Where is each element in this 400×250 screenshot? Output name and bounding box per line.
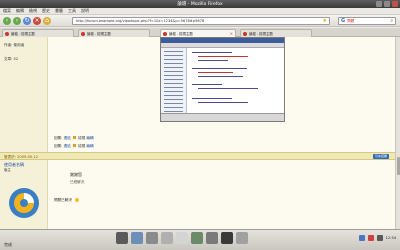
- network-icon[interactable]: [358, 235, 365, 241]
- clock[interactable]: 12:34: [386, 236, 396, 240]
- trash-icon[interactable]: [236, 232, 248, 244]
- settings-icon[interactable]: [206, 232, 218, 244]
- link-row: 回覆: 連結 檢視 編輯: [54, 136, 94, 141]
- close-icon[interactable]: [392, 1, 398, 7]
- search-bar[interactable]: G 問題 ⌕: [338, 17, 396, 25]
- edit-link[interactable]: 編輯: [86, 144, 93, 148]
- favicon-icon: [163, 31, 167, 36]
- tab-bar: 論壇 - 檢視主題 論壇 - 檢視主題 論壇 - 檢視主題 × 論壇 - 檢視主…: [0, 28, 400, 37]
- url-text[interactable]: http://forum.example.org/viewtopic.php?f…: [76, 19, 204, 23]
- minimize-icon[interactable]: [376, 1, 382, 7]
- volume-icon[interactable]: [376, 235, 383, 241]
- back-icon[interactable]: ‹: [3, 16, 11, 25]
- user-rank: 版主: [4, 168, 11, 172]
- reload-icon[interactable]: ↻: [23, 16, 31, 25]
- attachment-icon: [72, 144, 76, 147]
- favicon-icon: [243, 31, 247, 36]
- search-engine-icon[interactable]: G: [341, 18, 345, 24]
- reply-line-3-text: 問題已解決: [54, 198, 72, 202]
- maximize-icon[interactable]: [384, 1, 390, 7]
- terminal-icon[interactable]: [146, 232, 158, 244]
- tab-3-active[interactable]: 論壇 - 檢視主題 ×: [160, 29, 236, 37]
- favicon-icon: [81, 31, 85, 36]
- link-row-suffix: 檢視: [78, 136, 86, 140]
- menu-file[interactable]: 檔案: [3, 8, 11, 14]
- edit-link[interactable]: 編輯: [86, 136, 93, 140]
- vertical-scrollbar[interactable]: [395, 37, 400, 229]
- bookmark-star-icon[interactable]: ★: [323, 18, 327, 24]
- smiley-icon: [75, 198, 80, 202]
- system-tray: 12:34: [358, 235, 396, 241]
- menu-edit[interactable]: 編輯: [16, 8, 24, 14]
- reply-line-3: 問題已解決: [54, 198, 80, 203]
- link-row-link[interactable]: 連結: [64, 144, 71, 148]
- tab-1[interactable]: 論壇 - 檢視主題: [2, 29, 74, 37]
- link-row-prefix: 回覆:: [54, 136, 63, 140]
- link-row-suffix: 檢視: [78, 144, 86, 148]
- page-content: 作者: 使用者 文章: 52 回覆: 連結 檢視 編輯 回覆: 連結 檢視 編輯…: [0, 37, 395, 229]
- tab-2[interactable]: 論壇 - 檢視主題: [78, 29, 150, 37]
- tab-label: 論壇 - 檢視主題: [87, 32, 111, 36]
- menu-view[interactable]: 檢視: [29, 8, 37, 14]
- favicon-icon: [5, 31, 9, 36]
- reply-line-1: 謝謝您: [70, 172, 82, 177]
- url-bar[interactable]: http://forum.example.org/viewtopic.php?f…: [72, 17, 330, 25]
- menu-tools[interactable]: 工具: [68, 8, 76, 14]
- home-folder-icon[interactable]: [116, 232, 128, 244]
- update-icon[interactable]: [367, 235, 374, 241]
- stop-icon[interactable]: ×: [33, 16, 41, 25]
- document-icon[interactable]: [176, 232, 188, 244]
- window-controls: [376, 1, 398, 7]
- menu-bar: 檔案 編輯 檢視 歷史 書籤 工具 說明: [0, 8, 400, 15]
- navigation-toolbar: ‹ › ↻ × ⌂ http://forum.example.org/viewt…: [0, 15, 400, 27]
- files-icon[interactable]: [131, 232, 143, 244]
- user-avatar[interactable]: [8, 187, 40, 219]
- monitor-icon[interactable]: [221, 232, 233, 244]
- screenshot-statusbar: [161, 113, 284, 121]
- window-titlebar: 論壇 - Mozilla Firefox: [0, 0, 400, 8]
- post-count-label: 文章: 52: [4, 57, 19, 61]
- quote-button[interactable]: 引言回覆: [373, 154, 389, 159]
- embedded-screenshot[interactable]: [160, 37, 285, 122]
- status-text: 完成: [4, 242, 12, 247]
- menu-help[interactable]: 說明: [81, 8, 89, 14]
- screenshot-code-panel: [188, 48, 284, 115]
- forward-icon[interactable]: ›: [13, 16, 21, 25]
- window-title: 論壇 - Mozilla Firefox: [177, 2, 223, 7]
- screenshot-sidebar: [161, 48, 187, 115]
- search-input[interactable]: 問題: [347, 19, 354, 24]
- home-icon[interactable]: ⌂: [43, 16, 51, 25]
- link-row: 回覆: 連結 檢視 編輯: [54, 144, 94, 149]
- post-header-bar: 發表於: 2009-05-12 引言回覆: [0, 152, 395, 160]
- post-date: 發表於: 2009-05-12: [4, 154, 39, 159]
- text-editor-icon[interactable]: [161, 232, 173, 244]
- status-bar: 完成 12:34: [0, 229, 400, 250]
- image-viewer-icon[interactable]: [191, 232, 203, 244]
- tab-4[interactable]: 論壇 - 檢視主題: [240, 29, 312, 37]
- attachment-icon: [72, 136, 76, 139]
- tab-close-icon[interactable]: ×: [230, 31, 233, 36]
- menu-bookmarks[interactable]: 書籤: [55, 8, 63, 14]
- menu-history[interactable]: 歷史: [42, 8, 50, 14]
- taskbar-launchers: [116, 232, 248, 244]
- tab-label: 論壇 - 檢視主題: [169, 32, 193, 36]
- search-icon[interactable]: ⌕: [390, 18, 393, 24]
- link-row-link[interactable]: 連結: [64, 136, 71, 140]
- link-row-prefix: 回覆:: [54, 144, 63, 148]
- reply-line-2: 已經解決: [70, 180, 85, 184]
- author-label: 作者: 使用者: [4, 43, 25, 47]
- tab-label: 論壇 - 檢視主題: [249, 32, 273, 36]
- tab-label: 論壇 - 檢視主題: [11, 32, 35, 36]
